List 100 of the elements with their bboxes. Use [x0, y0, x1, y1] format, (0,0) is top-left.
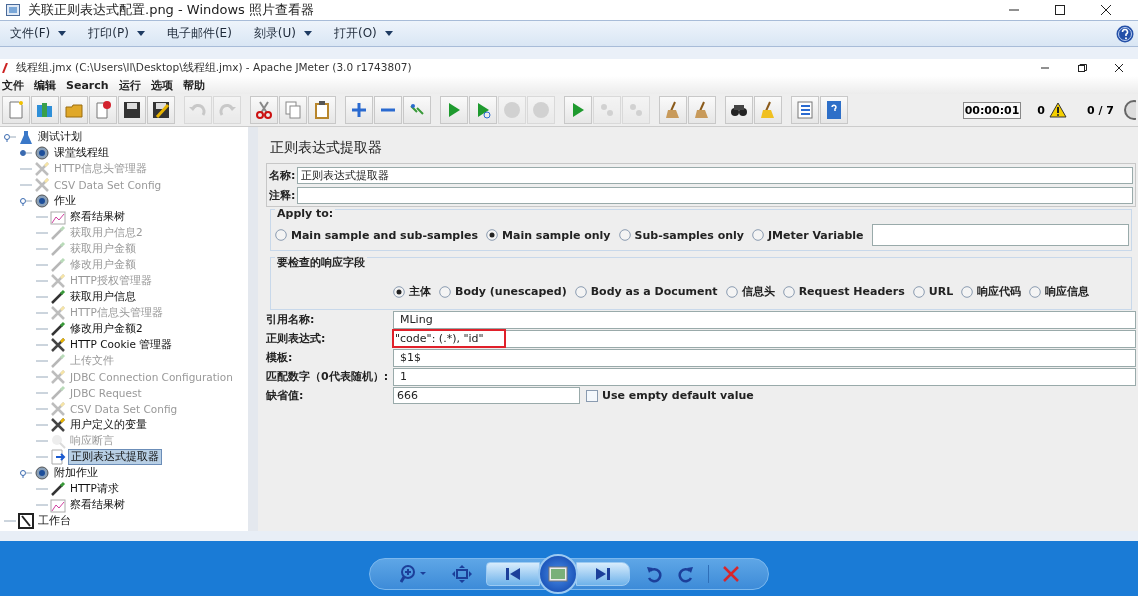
fit-window-icon[interactable]	[452, 565, 472, 583]
toggle-button[interactable]	[403, 96, 431, 124]
menu-item[interactable]: 文件(F)	[10, 25, 67, 42]
radio-option[interactable]: 信息头	[725, 284, 775, 299]
binoculars-button[interactable]	[725, 96, 753, 124]
rotate-right-icon[interactable]	[678, 565, 694, 583]
tree-item[interactable]: 测试计划	[36, 130, 84, 144]
paste-button[interactable]	[308, 96, 336, 124]
text-field[interactable]: $1$	[393, 348, 1136, 367]
maximize-icon[interactable]	[1054, 5, 1066, 15]
expand-handle-icon[interactable]	[20, 148, 32, 158]
text-field[interactable]: 1	[393, 367, 1136, 386]
expand-handle-icon[interactable]	[20, 468, 32, 478]
tree-item[interactable]: 工作台	[36, 514, 73, 528]
next-button[interactable]	[576, 562, 630, 586]
text-field[interactable]: MLing	[393, 310, 1136, 329]
tree-item[interactable]: 修改用户金额2	[68, 322, 145, 336]
expand-handle-icon[interactable]	[4, 132, 16, 142]
default-value-field[interactable]: 666	[393, 387, 580, 404]
text-field[interactable]: "code": (.*), "id"	[393, 329, 1136, 348]
list-button[interactable]	[791, 96, 819, 124]
save-icon	[122, 100, 142, 120]
play-button[interactable]	[440, 96, 468, 124]
menu-item[interactable]: 电子邮件(E)	[166, 25, 232, 42]
tree-item[interactable]: 课堂线程组	[52, 146, 111, 160]
use-empty-default-checkbox[interactable]: Use empty default value	[586, 389, 754, 402]
menu-item[interactable]: 打印(P)	[88, 25, 145, 42]
radio-option[interactable]: Request Headers	[782, 285, 905, 298]
radio-option[interactable]: Body (unescaped)	[439, 285, 567, 298]
previous-button[interactable]	[486, 562, 540, 586]
name-field[interactable]: 正则表达式提取器	[297, 166, 1133, 184]
tree-item[interactable]: 附加作业	[52, 466, 100, 480]
gear-icon	[34, 465, 50, 481]
tree-item[interactable]: HTTP Cookie 管理器	[68, 338, 175, 352]
field-label: 正则表达式:	[266, 331, 327, 346]
field-label: 模板:	[266, 350, 294, 365]
delete-icon[interactable]	[723, 566, 739, 582]
radio-option[interactable]: URL	[912, 285, 954, 298]
radio-option[interactable]: 主体	[393, 284, 431, 299]
broom-button[interactable]	[659, 96, 687, 124]
wrench-icon	[50, 305, 66, 321]
comment-field[interactable]	[297, 186, 1133, 204]
menu-item[interactable]: 选项	[150, 77, 173, 93]
rotate-left-icon[interactable]	[646, 565, 662, 583]
close-file-button[interactable]	[89, 96, 117, 124]
expand-handle-icon[interactable]	[20, 196, 32, 206]
tree-item[interactable]: 获取用户信息	[68, 290, 138, 304]
tree-item[interactable]: 正则表达式提取器	[68, 449, 162, 465]
slideshow-icon	[548, 566, 568, 582]
field-label: 匹配数字（0代表随机）:	[266, 369, 390, 384]
radio-option[interactable]: Sub-samples only	[618, 228, 744, 242]
close-icon[interactable]	[1114, 63, 1124, 72]
tree-item[interactable]: 用户定义的变量	[68, 418, 149, 432]
wrench-icon	[50, 369, 66, 385]
tree-item[interactable]: HTTP请求	[68, 482, 121, 496]
tree-item[interactable]: 察看结果树	[68, 210, 127, 224]
menu-item[interactable]: Search	[66, 78, 109, 92]
folder-button[interactable]	[60, 96, 88, 124]
wrench-icon	[34, 161, 50, 177]
menu-item[interactable]: 文件	[2, 77, 24, 93]
plus-button[interactable]	[345, 96, 373, 124]
menu-item[interactable]: 帮助	[182, 77, 205, 93]
play-button[interactable]	[469, 96, 497, 124]
pipette-icon	[50, 257, 66, 273]
thread-count: 0 / 7	[1087, 103, 1114, 117]
menu-item[interactable]: 刻录(U)	[253, 25, 312, 42]
radio-option[interactable]: Main sample only	[486, 228, 611, 242]
magnifier-icon	[50, 433, 66, 449]
radio-option[interactable]: 响应代码	[961, 284, 1022, 299]
broom-button[interactable]	[688, 96, 716, 124]
books-button[interactable]	[31, 96, 59, 124]
close-icon[interactable]	[1100, 5, 1112, 15]
play-button[interactable]	[564, 96, 592, 124]
slideshow-button[interactable]	[538, 554, 578, 594]
tree-item[interactable]: 察看结果树	[68, 498, 127, 512]
radio-option[interactable]: 响应信息	[1029, 284, 1090, 299]
tree-item[interactable]: 作业	[52, 194, 78, 208]
image-file-icon	[6, 4, 20, 16]
new-file-button[interactable]	[2, 96, 30, 124]
pipette-icon	[50, 481, 66, 497]
radio-option[interactable]: Main sample and sub-samples	[275, 228, 479, 242]
copy-icon	[283, 100, 303, 120]
radio-option[interactable]: Body as a Document	[574, 285, 718, 298]
chart-icon	[50, 209, 66, 225]
save-as-button[interactable]	[147, 96, 175, 124]
menu-item[interactable]: 运行	[118, 77, 141, 93]
save-button[interactable]	[118, 96, 146, 124]
next-icon	[595, 567, 611, 581]
radio-option[interactable]: JMeter Variable	[751, 228, 864, 242]
menu-item[interactable]: 打开(O)	[334, 25, 393, 42]
help-icon[interactable]	[1116, 24, 1134, 43]
menu-item[interactable]: 编辑	[34, 77, 56, 93]
save-as-icon	[151, 100, 171, 120]
help-button[interactable]	[820, 96, 848, 124]
cut-button[interactable]	[250, 96, 278, 124]
restore-icon[interactable]	[1077, 63, 1087, 72]
field-label: 注释:	[269, 187, 297, 203]
minus-button[interactable]	[374, 96, 402, 124]
panel-title: 正则表达式提取器	[270, 139, 383, 157]
variable-field[interactable]	[871, 224, 1129, 246]
